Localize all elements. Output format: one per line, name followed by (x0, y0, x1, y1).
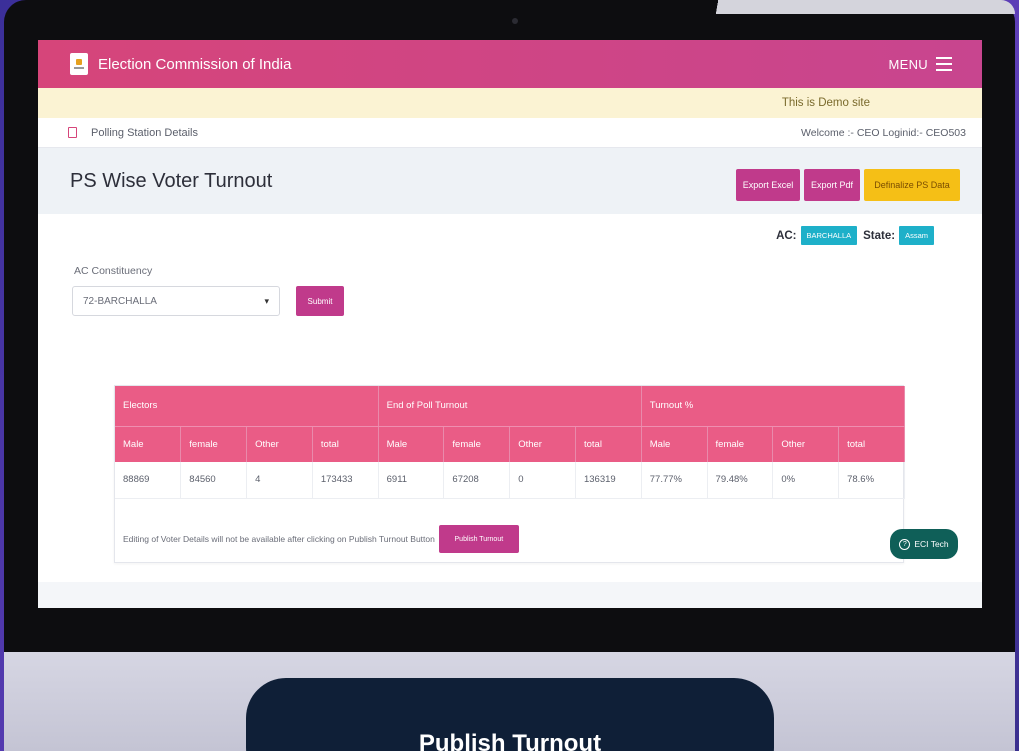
column-header: Male (378, 426, 445, 462)
publish-turnout-button[interactable]: Publish Turnout (438, 525, 519, 553)
ac-state-info: AC: BARCHALLA State: Assam (776, 226, 940, 245)
breadcrumb-label[interactable]: Polling Station Details (91, 127, 198, 139)
demo-notice-text: This is Demo site (781, 97, 870, 109)
demo-notice: This is Demo site (38, 88, 982, 118)
column-header: Other (246, 426, 313, 462)
column-header: Other (772, 426, 840, 462)
table-cell: 0% (772, 462, 840, 499)
menu-label[interactable]: MENU (889, 57, 928, 72)
state-value-badge: Assam (899, 226, 934, 245)
table-cell: 77.77% (641, 462, 708, 499)
help-icon: ? (899, 538, 911, 550)
table-row: 88869 84560 4 173433 6911 67208 0 136319… (115, 462, 905, 499)
welcome-text: Welcome :- CEO Loginid:- CEO503 (801, 126, 966, 139)
column-header: Male (115, 426, 182, 462)
group-header-turnout-pct: Turnout % (641, 386, 906, 427)
table-cell: 6911 (378, 462, 445, 499)
eci-tech-label: ECI Tech (914, 539, 949, 549)
column-header: female (180, 426, 248, 462)
ac-label: AC: (776, 229, 797, 242)
column-header: total (312, 426, 379, 462)
column-header: total (575, 426, 642, 462)
ac-constituency-select[interactable]: 72-BARCHALLA ▾ (72, 286, 280, 316)
hamburger-menu-icon[interactable] (936, 57, 952, 71)
submit-button[interactable]: Submit (296, 286, 344, 316)
main-content: AC: BARCHALLA State: Assam AC Constituen… (38, 214, 982, 608)
ac-constituency-label: AC Constituency (74, 265, 153, 277)
eci-tech-help-button[interactable]: ? ECI Tech (890, 529, 958, 559)
table-cell: 173433 (312, 462, 379, 499)
ac-value-badge: BARCHALLA (800, 226, 858, 245)
bezel-highlight (685, 0, 1015, 14)
publish-note-text: Editing of Voter Details will not be ava… (123, 534, 435, 544)
column-header: total (838, 426, 905, 462)
publish-turnout-caption-button[interactable]: Publish Turnout (246, 678, 774, 751)
chevron-down-icon: ▾ (264, 295, 269, 306)
group-header-electors: Electors (115, 386, 379, 427)
column-header: female (443, 426, 511, 462)
breadcrumb: Polling Station Details Welcome :- CEO L… (38, 118, 982, 148)
brand-title[interactable]: Election Commission of India (98, 56, 291, 73)
export-actions: Export Excel Export Pdf Definalize PS Da… (736, 169, 960, 201)
table-cell: 67208 (443, 462, 511, 499)
export-excel-button[interactable]: Export Excel (736, 169, 800, 201)
state-label: State: (863, 229, 896, 242)
table-cell: 0 (509, 462, 576, 499)
publish-note: Editing of Voter Details will not be ava… (123, 525, 519, 553)
group-header-end-of-poll: End of Poll Turnout (378, 386, 642, 427)
table-cell: 136319 (575, 462, 642, 499)
table-cell: 88869 (115, 462, 182, 499)
turnout-table-card: Electors End of Poll Turnout Turnout % M… (114, 385, 906, 563)
column-header: female (707, 426, 774, 462)
top-navbar: Election Commission of India MENU (38, 40, 982, 88)
table-cell: 84560 (180, 462, 248, 499)
table-cell: 79.48% (707, 462, 774, 499)
turnout-table: Electors End of Poll Turnout Turnout % M… (115, 386, 906, 499)
app-screen: Election Commission of India MENU This i… (38, 40, 982, 608)
table-cell: 78.6% (838, 462, 905, 499)
definalize-ps-data-button[interactable]: Definalize PS Data (864, 169, 960, 201)
page-title: PS Wise Voter Turnout (70, 169, 273, 192)
ac-constituency-value: 72-BARCHALLA (83, 295, 157, 307)
table-cell: 4 (246, 462, 313, 499)
caption-button-label: Publish Turnout (418, 730, 602, 751)
export-pdf-button[interactable]: Export Pdf (804, 169, 860, 201)
document-icon (68, 127, 77, 138)
column-header: Male (641, 426, 708, 462)
eci-logo-icon[interactable] (70, 53, 88, 75)
footer-strip (38, 582, 982, 608)
camera-icon (512, 18, 518, 24)
column-header: Other (509, 426, 576, 462)
title-row: PS Wise Voter Turnout Export Excel Expor… (38, 148, 982, 214)
